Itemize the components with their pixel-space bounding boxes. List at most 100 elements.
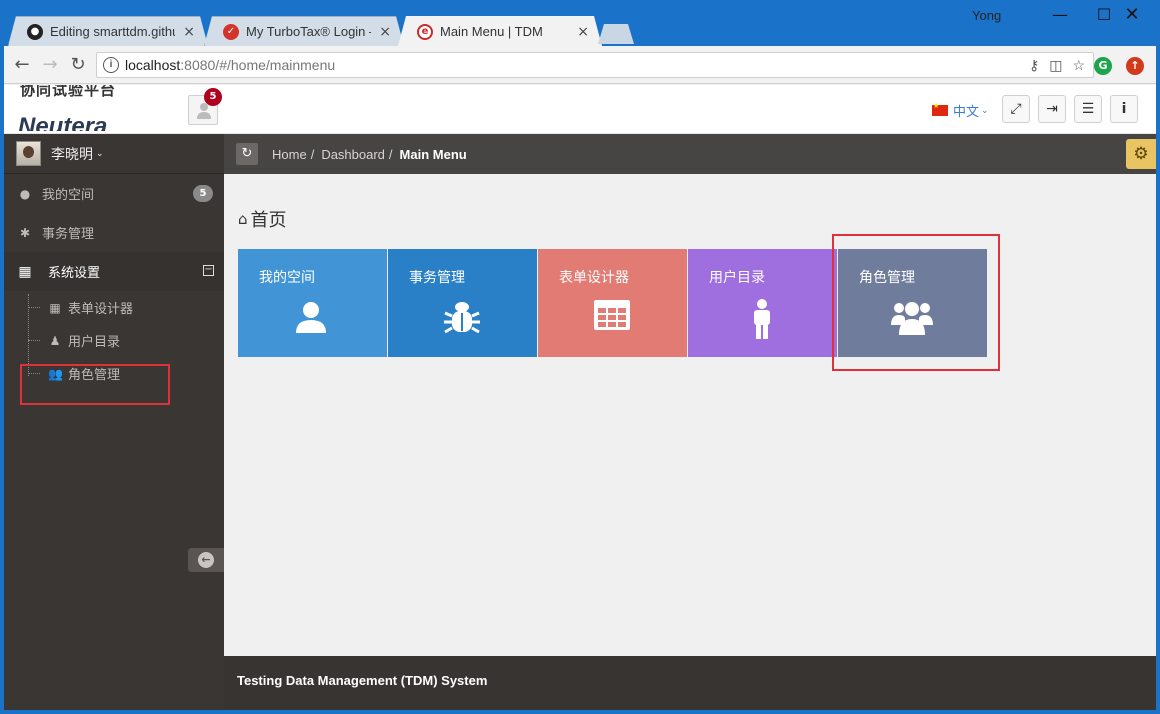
tile-label: 我的空间 (259, 270, 315, 286)
page-title-text: 首页 (250, 210, 287, 231)
key-icon[interactable]: ⚷ (1029, 57, 1039, 74)
count-badge: 5 (193, 185, 213, 202)
new-tab-button[interactable] (598, 24, 634, 44)
tile-affairs[interactable]: 事务管理 (388, 249, 537, 357)
footer: Testing Data Management (TDM) System (224, 656, 1156, 710)
sidebar: 李晓明 ⌄ ● 我的空间 5 ✱ 事务管理 ▦ 系统设置 − ▦ 表单设计器 ♟… (4, 134, 224, 710)
male-icon (754, 299, 770, 339)
tdm-favicon-icon: e (417, 24, 433, 40)
arrow-left-icon: ← (198, 552, 214, 568)
menu-button[interactable]: ☰ (1074, 95, 1102, 123)
logout-button[interactable]: ⇥ (1038, 95, 1066, 123)
tab-main-menu[interactable]: e Main Menu | TDM × (398, 16, 602, 46)
table-icon: ▦ (49, 300, 61, 315)
breadcrumb-separator: / (388, 146, 393, 162)
breadcrumb-home[interactable]: Home / (272, 147, 321, 162)
tile-form-designer[interactable]: 表单设计器 (538, 249, 687, 357)
collapse-toggle-icon[interactable]: − (203, 265, 214, 276)
turbotax-icon: ✓ (223, 24, 239, 40)
page-title: ⌂ 首页 (238, 206, 287, 232)
gear-icon[interactable]: ⚙ (1126, 139, 1156, 169)
sidebar-subitem-user-directory[interactable]: ♟ 用户目录 (4, 324, 224, 357)
sidebar-subitem-form-designer[interactable]: ▦ 表单设计器 (4, 291, 224, 324)
sidebar-item-label: 事务管理 (42, 227, 95, 242)
info-button[interactable]: i (1110, 95, 1138, 123)
close-tab-icon[interactable]: × (379, 24, 391, 40)
user-icon: ● (19, 186, 31, 201)
tab-title: Main Menu | TDM (440, 24, 543, 39)
translate-icon[interactable]: ◫ (1049, 57, 1062, 74)
sidebar-item-my-space[interactable]: ● 我的空间 5 (4, 174, 224, 213)
expand-icon: ⤢ (1010, 101, 1022, 117)
tab-turbotax[interactable]: ✓ My TurboTax® Login – × (204, 16, 404, 46)
sidebar-subitem-label: 表单设计器 (68, 302, 134, 317)
forward-icon[interactable]: → (38, 54, 62, 75)
highlight-box-tile (832, 234, 1000, 371)
tile-label: 表单设计器 (559, 270, 629, 286)
tile-label: 用户目录 (709, 270, 765, 286)
grammarly-icon[interactable]: G (1094, 57, 1112, 75)
breadcrumb-current: Main Menu (399, 146, 467, 162)
chevron-down-icon: ⌄ (981, 105, 989, 116)
logo-line1: 协同试验平台 (20, 85, 117, 99)
footer-text: Testing Data Management (TDM) System (237, 673, 488, 688)
url-host: localhost (125, 57, 181, 73)
minimize-icon[interactable]: — (1038, 4, 1082, 26)
sidebar-subitem-label: 用户目录 (68, 335, 121, 350)
app-header: 协同试验平台 Neutera 5 中文 ⌄ ⤢ ⇥ ☰ i (4, 85, 1156, 134)
hamburger-icon: ☰ (1081, 101, 1095, 117)
close-tab-icon[interactable]: × (577, 24, 589, 40)
logo[interactable]: 协同试验平台 Neutera (18, 85, 138, 131)
male-icon: ♟ (49, 333, 61, 348)
breadcrumb-label: Home (272, 146, 307, 162)
tab-github[interactable]: ● Editing smarttdm.githu × (8, 16, 208, 46)
breadcrumb-dashboard[interactable]: Dashboard / (321, 147, 399, 162)
url-path: :8080/#/home/mainmenu (180, 57, 336, 73)
refresh-icon[interactable]: ↻ (236, 143, 258, 165)
table-icon (594, 300, 630, 330)
browser-toolbar: ← → ↻ i localhost:8080/#/home/mainmenu ⚷… (4, 46, 1156, 84)
back-icon[interactable]: ← (10, 54, 34, 75)
notification-button[interactable]: 5 (188, 88, 222, 125)
avatar (16, 141, 41, 166)
address-bar[interactable]: i localhost:8080/#/home/mainmenu ⚷ ◫ ☆ (96, 52, 1094, 78)
info-icon: i (1121, 101, 1127, 117)
tab-strip: ● Editing smarttdm.githu × ✓ My TurboTax… (4, 0, 1156, 46)
reload-icon[interactable]: ↻ (66, 54, 90, 75)
close-tab-icon[interactable]: × (183, 24, 195, 40)
language-label: 中文 (953, 105, 980, 120)
breadcrumb-label: Dashboard (321, 146, 385, 162)
tile-label: 事务管理 (409, 270, 465, 286)
bug-icon (444, 302, 480, 334)
china-flag-icon (932, 102, 948, 116)
extension-upload-icon[interactable]: ↑ (1126, 57, 1144, 75)
tile-my-space[interactable]: 我的空间 (238, 249, 387, 357)
language-selector[interactable]: 中文 ⌄ (932, 101, 989, 120)
notification-badge: 5 (204, 88, 222, 106)
user-menu[interactable]: 李晓明 ⌄ (4, 134, 224, 174)
chevron-down-icon: ⌄ (96, 148, 104, 159)
sign-out-icon: ⇥ (1046, 101, 1058, 117)
home-icon: ⌂ (238, 210, 248, 228)
window-user-label: Yong (972, 8, 1002, 23)
browser-window: ● Editing smarttdm.githu × ✓ My TurboTax… (4, 0, 1156, 710)
logo-line2: Neutera (18, 113, 108, 131)
info-icon[interactable]: i (103, 57, 119, 73)
bug-icon: ✱ (19, 225, 31, 240)
user-name: 李晓明 (51, 146, 93, 163)
highlight-box-sidebar (20, 364, 170, 405)
tree-connector (28, 307, 40, 308)
bookmark-star-icon[interactable]: ☆ (1072, 57, 1085, 74)
user-icon (296, 302, 326, 333)
tree-connector (28, 340, 40, 341)
tab-title: Editing smarttdm.githu (50, 24, 176, 39)
sidebar-item-affairs[interactable]: ✱ 事务管理 (4, 213, 224, 252)
tab-title: My TurboTax® Login – (246, 24, 372, 39)
sidebar-item-label: 系统设置 (48, 266, 101, 281)
ribbon: ↻ Home / Dashboard / Main Menu ⚙ (224, 134, 1156, 174)
fullscreen-button[interactable]: ⤢ (1002, 95, 1030, 123)
tile-user-directory[interactable]: 用户目录 (688, 249, 837, 357)
close-window-icon[interactable]: ✕ (1110, 4, 1154, 26)
sidebar-item-system-settings[interactable]: ▦ 系统设置 − (4, 252, 224, 291)
collapse-sidebar-button[interactable]: ← (188, 548, 224, 572)
